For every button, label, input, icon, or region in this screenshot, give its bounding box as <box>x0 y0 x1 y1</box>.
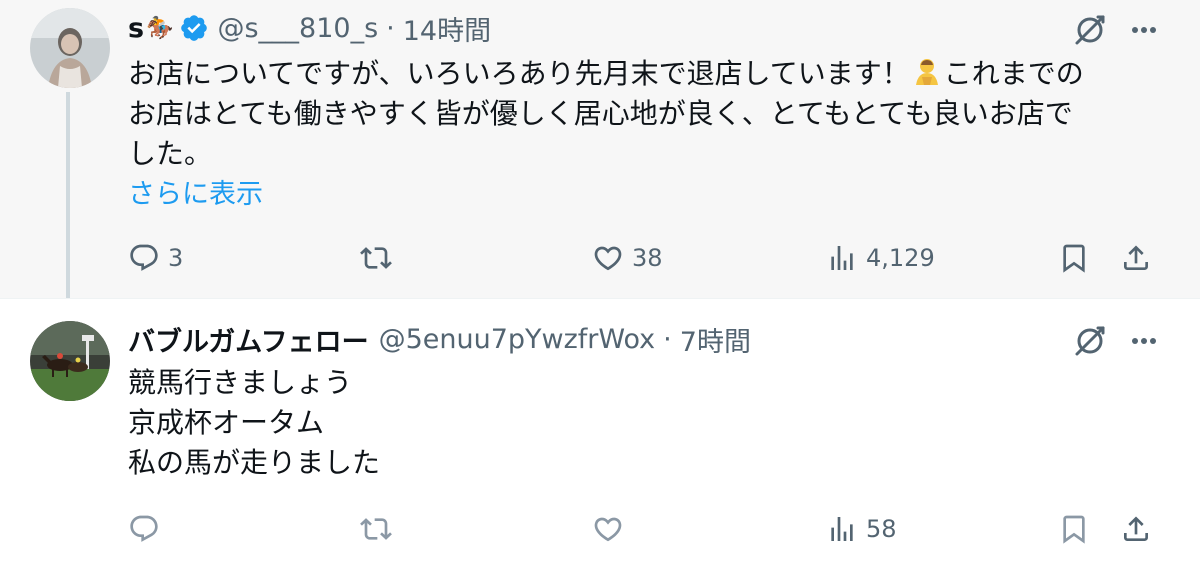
ellipsis-icon <box>1132 338 1156 344</box>
tweet-text-line-2: 京成杯オータム <box>128 406 325 439</box>
tweet-text-line-1: お店についてですが、いろいろあり先月末で退店しています！ これまでの <box>128 57 1084 90</box>
more-options-button[interactable] <box>1124 10 1164 50</box>
like-button[interactable]: 38 <box>592 236 663 280</box>
bookmark-button[interactable] <box>1058 236 1090 280</box>
reply-button[interactable] <box>128 507 168 551</box>
dot-separator: · <box>663 323 672 355</box>
verified-badge-icon <box>181 15 208 41</box>
grok-icon <box>1075 15 1105 45</box>
tweet-main[interactable]: s 🏇 @s___810_s · 14時間 お店についてですが、いろいろあり先月… <box>0 0 1200 306</box>
share-button[interactable] <box>1120 236 1152 280</box>
tweet-text: お店についてですが、いろいろあり先月末で退店しています！ これまでの お店はとても… <box>128 54 1168 174</box>
bookmark-icon <box>1063 515 1085 544</box>
timestamp[interactable]: 14時間 <box>403 9 491 48</box>
show-more-link[interactable]: さらに表示 <box>128 172 263 211</box>
analytics-bars-icon <box>831 246 853 270</box>
tweet-text: 競馬行きましょう 京成杯オータム 私の馬が走りました <box>128 363 1128 483</box>
bookmark-icon <box>1063 244 1085 273</box>
tweet-reply[interactable]: バブルガムフェロー @5enuu7pYwzfrWox · 7時間 競馬行きましょ… <box>0 298 1200 583</box>
like-count: 38 <box>632 244 663 272</box>
tweet-text-line-2: お店はとても働きやすく皆が優しく居心地が良く、とてもとても良いお店で <box>128 97 1073 130</box>
reply-count: 3 <box>168 244 184 272</box>
timestamp[interactable]: 7時間 <box>680 320 751 359</box>
ellipsis-icon <box>1132 27 1156 33</box>
heart-icon <box>594 517 622 542</box>
horse-race-avatar-icon <box>30 321 110 401</box>
retweet-button[interactable] <box>360 236 400 280</box>
user-handle[interactable]: @s___810_s <box>217 13 378 44</box>
tweet-text-line-1: 競馬行きましょう <box>128 366 353 399</box>
views-button[interactable]: 4,129 <box>826 236 935 280</box>
user-handle[interactable]: @5enuu7pYwzfrWox <box>379 324 656 355</box>
view-count: 58 <box>866 515 897 543</box>
display-name[interactable]: s <box>128 13 144 44</box>
reply-button[interactable]: 3 <box>128 236 183 280</box>
retweet-button[interactable] <box>360 507 400 551</box>
grok-button[interactable] <box>1070 321 1110 361</box>
person-bowing-emoji-icon <box>915 59 938 85</box>
retweet-icon <box>360 247 392 269</box>
analytics-bars-icon <box>831 517 853 541</box>
action-bar: 3 38 4,129 <box>0 236 1200 280</box>
share-button[interactable] <box>1120 507 1152 551</box>
share-upload-icon <box>1124 516 1148 541</box>
retweet-icon <box>360 518 392 540</box>
view-count: 4,129 <box>866 244 935 272</box>
reply-icon <box>130 515 158 542</box>
tweet-text-line-3: した。 <box>128 137 213 170</box>
grok-button[interactable] <box>1070 10 1110 50</box>
share-upload-icon <box>1124 245 1148 270</box>
user-avatar-photo-icon <box>30 8 110 88</box>
tweet-header: バブルガムフェロー @5enuu7pYwzfrWox · 7時間 <box>128 319 751 359</box>
tweet-header: s 🏇 @s___810_s · 14時間 <box>128 8 491 48</box>
display-name[interactable]: バブルガムフェロー <box>128 320 369 359</box>
reply-icon <box>130 244 158 271</box>
horse-racing-emoji: 🏇 <box>146 15 174 41</box>
bookmark-button[interactable] <box>1058 507 1090 551</box>
avatar[interactable] <box>30 8 110 88</box>
tweet-text-line-3: 私の馬が走りました <box>128 446 381 479</box>
views-button[interactable]: 58 <box>826 507 897 551</box>
dot-separator: · <box>386 12 395 44</box>
grok-icon <box>1075 326 1105 356</box>
action-bar: 58 <box>0 507 1200 551</box>
avatar[interactable] <box>30 321 110 401</box>
heart-icon <box>594 246 622 271</box>
like-button[interactable] <box>592 507 632 551</box>
more-options-button[interactable] <box>1124 321 1164 361</box>
